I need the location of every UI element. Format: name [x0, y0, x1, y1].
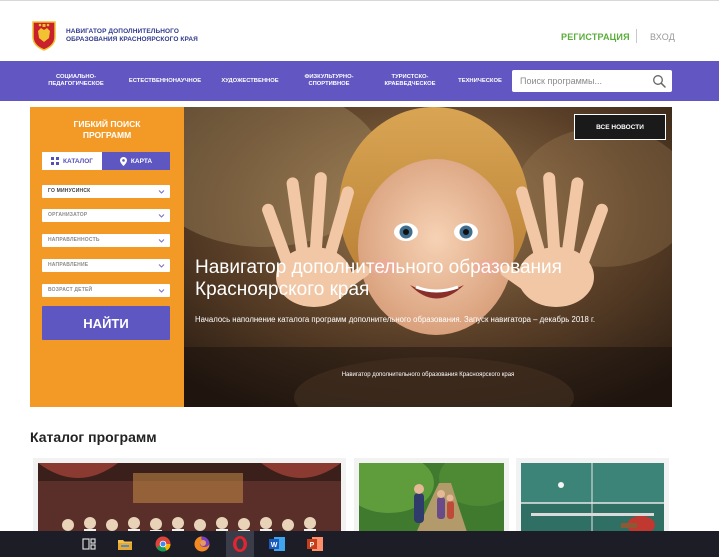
program-card[interactable]	[33, 458, 346, 538]
nav-item-label: КРАЕВЕДЧЕСКОЕ	[384, 81, 436, 87]
svg-text:P: P	[310, 542, 315, 549]
category-nav: СОЦИАЛЬНО- ПЕДАГОГИЧЕСКОЕ ЕСТЕСТВЕННОНАУЧ…	[0, 61, 719, 101]
nav-item-label: ТЕХНИЧЕСКОЕ	[458, 77, 502, 84]
flexible-search-panel: ГИБКИЙ ПОИСК ПРОГРАММ КАТАЛОГ КАРТА ГО М…	[30, 107, 184, 407]
grid-icon	[51, 157, 59, 165]
krasnoyarsk-coat-of-arms-logo[interactable]	[30, 19, 58, 51]
search-panel-title-line-2: ПРОГРАММ	[82, 130, 132, 140]
organizer-select-value: ОРГАНИЗАТОР	[48, 212, 88, 218]
search-icon[interactable]	[652, 74, 666, 88]
opera-browser-icon[interactable]	[231, 535, 249, 553]
search-input[interactable]	[520, 73, 648, 89]
svg-text:W: W	[271, 542, 278, 549]
register-link[interactable]: РЕГИСТРАЦИЯ	[561, 32, 630, 42]
nav-item-sports[interactable]: ФИЗКУЛЬТУРНО- СПОРТИВНОЕ	[292, 61, 366, 101]
nav-item-art[interactable]: ХУДОЖЕСТВЕННОЕ	[214, 61, 286, 101]
nav-item-tourism[interactable]: ТУРИСТСКО- КРАЕВЕДЧЕСКОЕ	[372, 61, 448, 101]
program-card-image	[38, 463, 341, 538]
hero-title: Навигатор дополнительного образования Кр…	[195, 257, 665, 301]
program-search	[512, 70, 672, 92]
nav-item-label: ХУДОЖЕСТВЕННОЕ	[221, 77, 279, 84]
program-card-image	[521, 463, 664, 538]
find-button[interactable]: НАЙТИ	[42, 306, 170, 340]
brand-line-1: НАВИГАТОР ДОПОЛНИТЕЛЬНОГО	[66, 28, 180, 35]
nav-item-technical[interactable]: ТЕХНИЧЕСКОЕ	[452, 61, 508, 101]
child-age-select-value: ВОЗРАСТ ДЕТЕЙ	[48, 287, 93, 293]
os-taskbar: W P	[0, 531, 719, 557]
page: НАВИГАТОР ДОПОЛНИТЕЛЬНОГО ОБРАЗОВАНИЯ КР…	[0, 0, 719, 557]
brand-line-2: ОБРАЗОВАНИЯ КРАСНОЯРСКОГО КРАЯ	[66, 36, 198, 43]
search-mode-tabs: КАТАЛОГ КАРТА	[42, 152, 170, 170]
chevron-down-icon	[158, 239, 165, 243]
nav-item-label: ПЕДАГОГИЧЕСКОЕ	[48, 81, 104, 87]
brand-title[interactable]: НАВИГАТОР ДОПОЛНИТЕЛЬНОГО ОБРАЗОВАНИЯ КР…	[66, 28, 198, 44]
program-card[interactable]	[516, 458, 669, 538]
hero-caption: Навигатор дополнительного образования Кр…	[341, 372, 515, 378]
tab-catalog-label: КАТАЛОГ	[63, 157, 93, 165]
municipality-select-value: ГО МИНУСИНСК	[48, 188, 91, 194]
direction-select[interactable]: НАПРАВЛЕНИЕ	[42, 259, 170, 272]
child-age-select[interactable]: ВОЗРАСТ ДЕТЕЙ	[42, 284, 170, 297]
file-explorer-icon[interactable]	[116, 535, 134, 553]
hero-child-photo: ВСЕ НОВОСТИ Навигатор дополнительного об…	[184, 107, 672, 407]
header: НАВИГАТОР ДОПОЛНИТЕЛЬНОГО ОБРАЗОВАНИЯ КР…	[0, 0, 719, 61]
nav-item-label: ЕСТЕСТВЕННОНАУЧНОЕ	[128, 77, 202, 84]
header-divider	[636, 29, 637, 43]
hero-title-line-2: Красноярского края	[195, 279, 370, 300]
hero-subtitle: Началось наполнение каталога программ до…	[195, 315, 596, 324]
program-card[interactable]	[354, 458, 509, 538]
nav-item-label: СПОРТИВНОЕ	[308, 81, 350, 87]
catalog-title: Каталог программ	[30, 429, 157, 445]
powerpoint-icon[interactable]: P	[306, 535, 324, 553]
direction-select-value: НАПРАВЛЕНИЕ	[48, 262, 89, 268]
hero-title-line-1: Навигатор дополнительного образования	[195, 257, 562, 278]
nav-item-label: ФИЗКУЛЬТУРНО-	[304, 74, 354, 80]
nav-item-natural-science[interactable]: ЕСТЕСТВЕННОНАУЧНОЕ	[120, 61, 210, 101]
hero-banner: ВСЕ НОВОСТИ Навигатор дополнительного об…	[30, 107, 672, 407]
tab-catalog[interactable]: КАТАЛОГ	[42, 152, 102, 170]
organizer-select[interactable]: ОРГАНИЗАТОР	[42, 209, 170, 222]
chrome-browser-icon[interactable]	[154, 535, 172, 553]
chevron-down-icon	[158, 264, 165, 268]
tab-map-label: КАРТА	[130, 157, 153, 165]
search-panel-title: ГИБКИЙ ПОИСК ПРОГРАММ	[30, 119, 184, 141]
map-pin-icon	[119, 156, 127, 166]
tab-map[interactable]: КАРТА	[102, 152, 170, 170]
nav-item-label: ТУРИСТСКО-	[391, 74, 429, 80]
all-news-button[interactable]: ВСЕ НОВОСТИ	[574, 114, 666, 140]
focus-select-value: НАПРАВЛЕННОСТЬ	[48, 237, 100, 243]
task-view-icon[interactable]	[80, 535, 98, 553]
municipality-select[interactable]: ГО МИНУСИНСК	[42, 185, 170, 198]
nav-item-social-pedagogical[interactable]: СОЦИАЛЬНО- ПЕДАГОГИЧЕСКОЕ	[40, 61, 112, 101]
chevron-down-icon	[158, 289, 165, 293]
word-icon[interactable]: W	[268, 535, 286, 553]
firefox-browser-icon[interactable]	[193, 535, 211, 553]
chevron-down-icon	[158, 214, 165, 218]
focus-select[interactable]: НАПРАВЛЕННОСТЬ	[42, 234, 170, 247]
search-panel-title-line-1: ГИБКИЙ ПОИСК	[73, 119, 141, 129]
nav-item-label: СОЦИАЛЬНО-	[55, 74, 97, 80]
chevron-down-icon	[158, 190, 165, 194]
login-link[interactable]: ВХОД	[650, 32, 675, 42]
program-card-image	[359, 463, 504, 538]
